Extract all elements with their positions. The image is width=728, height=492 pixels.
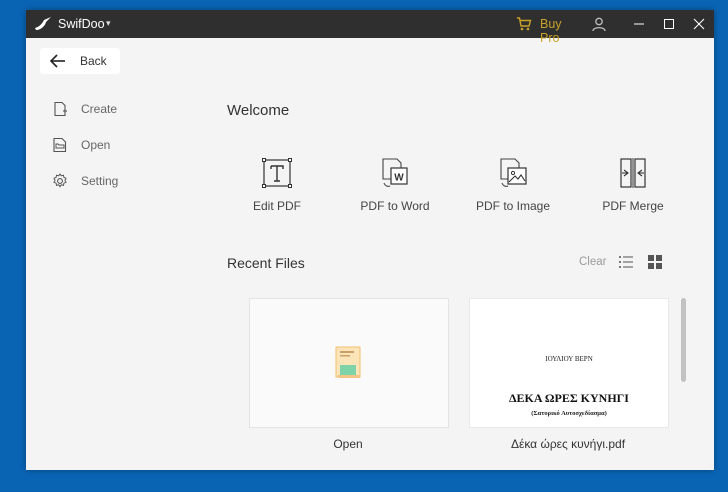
scrollbar-thumb[interactable]: [681, 298, 686, 382]
preview-author: ΙΟΥΛΙΟΥ ΒΕΡΝ: [545, 355, 593, 363]
open-file-icon: [53, 137, 67, 153]
file-name[interactable]: Δέκα ώρες κυνήγι.pdf: [469, 437, 667, 451]
sidebar-item-create[interactable]: Create: [50, 98, 160, 120]
list-view-icon[interactable]: [618, 254, 634, 270]
pdf-merge-icon: [620, 158, 646, 188]
buy-pro-label: Buy Pro: [540, 17, 562, 45]
edit-text-icon: [262, 158, 292, 188]
recent-files-title: Recent Files: [227, 255, 305, 271]
pdf-to-word-icon: W: [382, 158, 408, 187]
create-file-icon: [54, 101, 67, 117]
tool-label: PDF to Image: [475, 199, 551, 213]
app-window: SwifDoo ▾ Buy Pro Back Create Open Setti…: [26, 10, 714, 470]
open-folder-icon: [335, 346, 361, 378]
sidebar-item-label: Setting: [81, 174, 119, 188]
preview-title: ΔΕΚΑ ΩΡΕΣ ΚΥΝΗΓΙ: [509, 391, 629, 405]
sidebar-item-open[interactable]: Open: [50, 134, 160, 156]
minimize-icon[interactable]: [624, 10, 654, 38]
tool-edit-pdf[interactable]: Edit PDF: [227, 155, 327, 221]
tool-pdf-to-image[interactable]: PDF to Image: [463, 155, 563, 221]
shopping-cart-icon: [517, 17, 532, 31]
buy-pro-button[interactable]: Buy Pro: [514, 15, 580, 45]
sidebar-item-setting[interactable]: Setting: [50, 170, 160, 192]
welcome-title: Welcome: [227, 102, 290, 119]
preview-subtitle: (Σατυρικό Αυτοσχεδίασμα): [531, 410, 607, 417]
swifdoo-logo-icon: [35, 17, 51, 30]
grid-view-icon[interactable]: [647, 254, 663, 270]
clear-recent-button[interactable]: Clear: [579, 256, 606, 268]
sidebar-item-label: Create: [81, 102, 118, 116]
gear-icon: [53, 173, 67, 188]
arrow-left-icon: [49, 54, 65, 68]
app-title: SwifDoo: [58, 17, 105, 31]
tool-label: PDF Merge: [602, 199, 664, 213]
tool-label: Edit PDF: [252, 199, 301, 213]
back-button[interactable]: Back: [40, 48, 120, 74]
title-bar[interactable]: SwifDoo ▾ Buy Pro: [26, 10, 714, 45]
tool-pdf-merge[interactable]: PDF Merge: [583, 155, 683, 221]
file-name[interactable]: Open: [249, 437, 447, 451]
pdf-file-card[interactable]: ΙΟΥΛΙΟΥ ΒΕΡΝ ΔΕΚΑ ΩΡΕΣ ΚΥΝΗΓΙ (Σατυρικό …: [469, 298, 669, 428]
chevron-down-icon[interactable]: ▾: [106, 18, 116, 28]
svg-text:W: W: [394, 173, 404, 184]
maximize-icon[interactable]: [654, 10, 684, 38]
pdf-to-image-icon: [500, 158, 527, 187]
open-file-card[interactable]: [249, 298, 449, 428]
sidebar-item-label: Open: [81, 138, 111, 152]
back-label: Back: [80, 54, 107, 68]
close-icon[interactable]: [684, 10, 714, 38]
tool-pdf-to-word[interactable]: W PDF to Word: [345, 155, 445, 221]
tool-label: PDF to Word: [360, 199, 430, 213]
user-icon[interactable]: [590, 15, 608, 33]
